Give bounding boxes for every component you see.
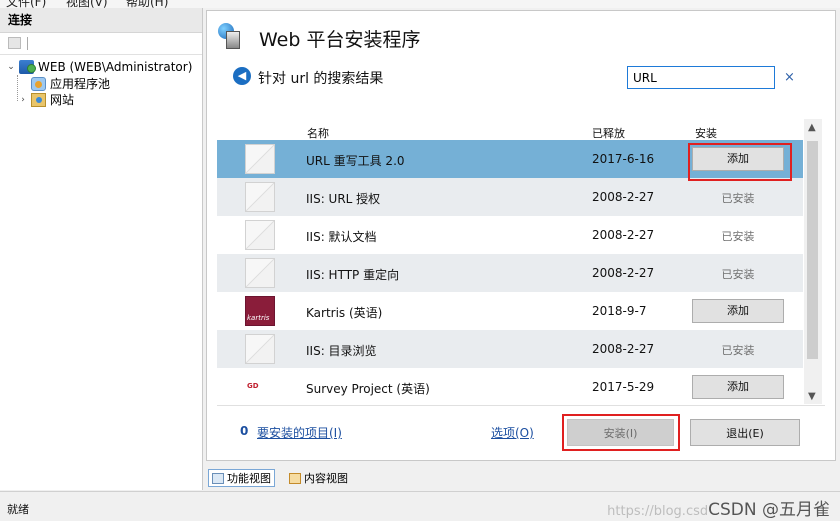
search-input[interactable] bbox=[627, 66, 775, 89]
web-platform-installer-dialog: Web 平台安装程序 ◀ 针对 url 的搜索结果 × 名称 已释放 安装 UR… bbox=[206, 10, 836, 461]
items-to-install-link[interactable]: 要安装的项目(I) bbox=[257, 424, 342, 441]
main-pane: Web 平台安装程序 ◀ 针对 url 的搜索结果 × 名称 已释放 安装 UR… bbox=[204, 8, 840, 464]
row-name: URL 重写工具 2.0 bbox=[306, 154, 405, 168]
tab-label: 功能视图 bbox=[227, 472, 271, 485]
menu-bar: 文件(F) 视图(V) 帮助(H) bbox=[0, 0, 840, 8]
footer-divider bbox=[217, 405, 825, 406]
chevron-right-icon[interactable]: › bbox=[18, 95, 28, 105]
status-bar: 就绪 https://blog.csdCSDN @五月雀 bbox=[0, 491, 840, 521]
dialog-title: Web 平台安装程序 bbox=[259, 29, 421, 51]
tree-item-sites[interactable]: › 网站 bbox=[21, 91, 75, 108]
content-view-icon bbox=[289, 472, 301, 484]
row-name: Kartris (英语) bbox=[306, 306, 383, 320]
add-button[interactable]: 添加 bbox=[692, 375, 784, 399]
table-row[interactable]: Survey Project (英语) 2017-5-29 添加 bbox=[217, 368, 803, 404]
tab-features-view[interactable]: 功能视图 bbox=[208, 469, 275, 487]
row-release-date: 2008-2-27 bbox=[592, 228, 655, 242]
row-release-date: 2008-2-27 bbox=[592, 342, 655, 356]
tab-content-view[interactable]: 内容视图 bbox=[286, 469, 351, 487]
row-name: Survey Project (英语) bbox=[306, 382, 430, 396]
survey-logo-icon bbox=[245, 372, 275, 402]
product-placeholder-icon bbox=[245, 258, 275, 288]
scroll-down-icon[interactable]: ▼ bbox=[808, 391, 816, 402]
results-scrollbar[interactable]: ▲ ▼ bbox=[804, 119, 822, 404]
row-release-date: 2008-2-27 bbox=[592, 190, 655, 204]
row-release-date: 2008-2-27 bbox=[592, 266, 655, 280]
exit-button[interactable]: 退出(E) bbox=[690, 419, 800, 446]
clear-search-icon[interactable]: × bbox=[784, 70, 795, 85]
connect-icon[interactable] bbox=[8, 37, 21, 49]
menu-file[interactable]: 文件(F) bbox=[6, 0, 46, 8]
installed-label: 已安装 bbox=[721, 268, 755, 281]
tree-item-label: WEB (WEB\Administrator) bbox=[38, 59, 193, 74]
column-header-released[interactable]: 已释放 bbox=[592, 125, 625, 141]
features-view-icon bbox=[212, 472, 224, 484]
row-release-date: 2017-6-16 bbox=[592, 152, 655, 166]
status-text: 就绪 bbox=[7, 503, 29, 516]
tree-item-server[interactable]: ⌄ WEB (WEB\Administrator) bbox=[6, 58, 192, 75]
watermark-url: https://blog.csd bbox=[607, 504, 709, 519]
scroll-thumb[interactable] bbox=[807, 141, 818, 359]
add-button[interactable]: 添加 bbox=[692, 299, 784, 323]
connections-toolbar bbox=[0, 33, 202, 55]
install-count: 0 bbox=[240, 424, 249, 438]
product-placeholder-icon bbox=[245, 334, 275, 364]
table-row[interactable]: Kartris (英语) 2018-9-7 添加 bbox=[217, 292, 803, 330]
watermark-text: CSDN @五月雀 bbox=[708, 500, 830, 520]
menu-view[interactable]: 视图(V) bbox=[66, 0, 108, 8]
back-arrow-icon[interactable]: ◀ bbox=[233, 67, 251, 85]
web-platform-installer-icon bbox=[218, 23, 242, 49]
row-name: IIS: URL 授权 bbox=[306, 192, 381, 206]
connections-pane: 连接 ⌄ WEB (WEB\Administrator) 应用程序池 › 网站 bbox=[0, 8, 203, 490]
app-pool-icon bbox=[31, 76, 46, 91]
row-name: IIS: HTTP 重定向 bbox=[306, 268, 400, 282]
row-release-date: 2017-5-29 bbox=[592, 380, 655, 394]
sites-icon bbox=[31, 92, 46, 107]
product-placeholder-icon bbox=[245, 220, 275, 250]
column-header-name[interactable]: 名称 bbox=[307, 125, 329, 141]
highlight-box-install bbox=[562, 414, 680, 451]
installed-label: 已安装 bbox=[721, 344, 755, 357]
tree-item-label: 网站 bbox=[50, 93, 75, 107]
options-link[interactable]: 选项(O) bbox=[491, 424, 534, 441]
table-row[interactable]: IIS: HTTP 重定向 2008-2-27 已安装 bbox=[217, 254, 803, 292]
installed-label: 已安装 bbox=[721, 230, 755, 243]
product-placeholder-icon bbox=[245, 182, 275, 212]
row-name: IIS: 默认文档 bbox=[306, 230, 377, 244]
search-results-title: 针对 url 的搜索结果 bbox=[258, 71, 384, 87]
row-release-date: 2018-9-7 bbox=[592, 304, 647, 318]
kartris-logo-icon bbox=[245, 296, 275, 326]
column-header-install[interactable]: 安装 bbox=[695, 125, 717, 141]
toolbar-separator bbox=[27, 37, 28, 50]
chevron-down-icon[interactable]: ⌄ bbox=[6, 62, 16, 72]
tree-item-label: 应用程序池 bbox=[50, 77, 111, 91]
watermark: https://blog.csdCSDN @五月雀 bbox=[607, 495, 830, 520]
table-row[interactable]: IIS: 目录浏览 2008-2-27 已安装 bbox=[217, 330, 803, 368]
server-icon bbox=[19, 59, 36, 74]
scroll-up-icon[interactable]: ▲ bbox=[808, 122, 816, 133]
connections-header: 连接 bbox=[0, 8, 202, 33]
row-name: IIS: 目录浏览 bbox=[306, 344, 377, 358]
table-row[interactable]: IIS: URL 授权 2008-2-27 已安装 bbox=[217, 178, 803, 216]
installed-label: 已安装 bbox=[721, 192, 755, 205]
highlight-box-add bbox=[688, 143, 792, 181]
tab-label: 内容视图 bbox=[304, 472, 348, 485]
tree-item-app-pools[interactable]: 应用程序池 bbox=[28, 75, 110, 92]
table-row[interactable]: IIS: 默认文档 2008-2-27 已安装 bbox=[217, 216, 803, 254]
menu-help[interactable]: 帮助(H) bbox=[126, 0, 168, 8]
product-placeholder-icon bbox=[245, 144, 275, 174]
view-switcher: 功能视图 内容视图 bbox=[204, 466, 840, 490]
